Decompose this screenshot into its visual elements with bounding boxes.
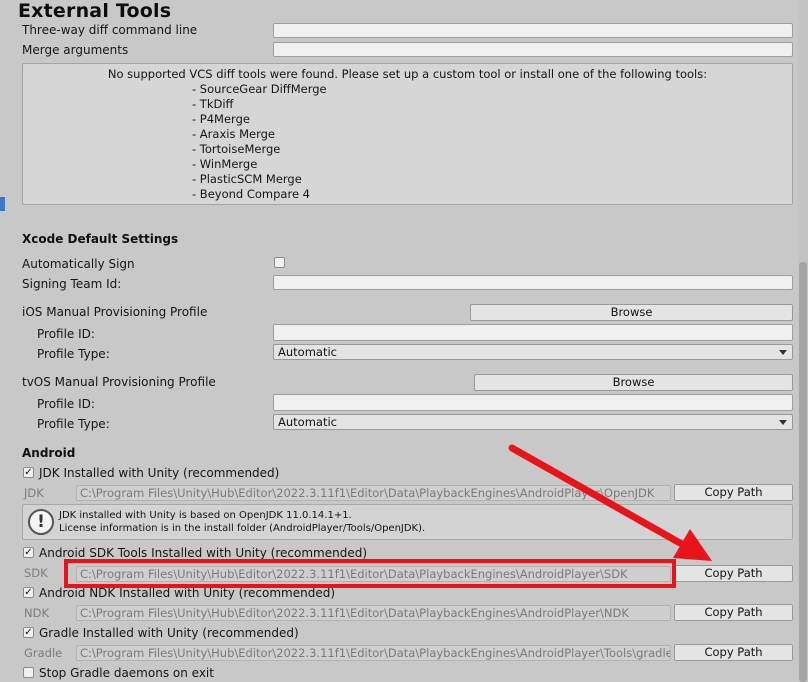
annotation-highlight-box — [64, 559, 676, 588]
annotation-arrow-shaft — [508, 444, 684, 547]
annotation-overlay — [64, 444, 712, 588]
